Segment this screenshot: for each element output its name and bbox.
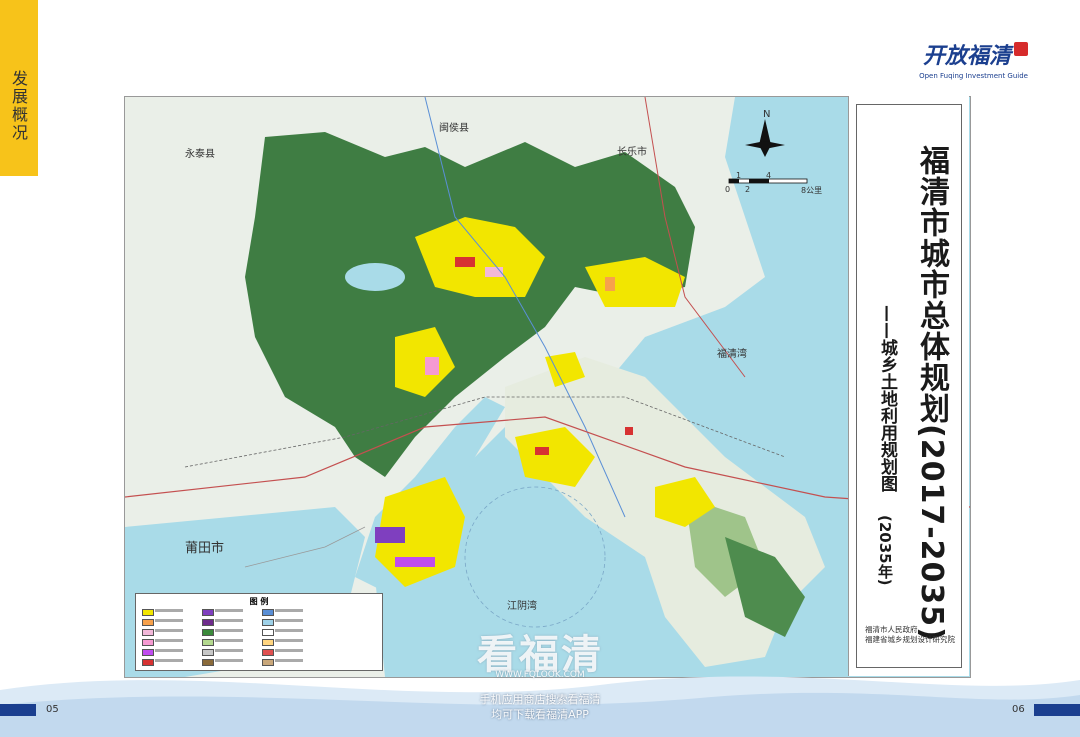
legend-label-placeholder: [215, 649, 243, 652]
map-title: 福清市城市总体规划(2017-2035): [914, 145, 949, 642]
legend-item: [202, 628, 248, 636]
legend-item: [262, 638, 308, 646]
legend-swatch: [202, 629, 214, 636]
legend-item: [142, 608, 188, 616]
legend-item: [142, 638, 188, 646]
map-credit: 福清市人民政府 福建省城乡规划设计研究院: [865, 625, 955, 645]
legend-label-placeholder: [215, 639, 243, 642]
legend-item: [262, 618, 308, 626]
legend-label-placeholder: [275, 629, 303, 632]
legend-label-placeholder: [155, 639, 183, 642]
legend-item: [202, 638, 248, 646]
legend-label-placeholder: [275, 639, 303, 642]
watermark-line-1: 手机应用商店搜索看福清: [479, 693, 601, 706]
place-jiangyin-bay: 江阴湾: [507, 601, 537, 612]
legend-label-placeholder: [155, 609, 183, 612]
legend-item: [202, 648, 248, 656]
section-tab[interactable]: 发展概况: [0, 0, 38, 176]
legend-label-placeholder: [215, 629, 243, 632]
legend-item: [142, 628, 188, 636]
scale-2: 2: [745, 185, 751, 194]
section-tab-label: 发展概况: [9, 70, 28, 142]
place-changle: 长乐市: [617, 147, 647, 158]
title-border: 福清市城市总体规划(2017-2035) ——城乡土地利用规划图 (2035年)…: [856, 104, 962, 668]
legend-swatch: [142, 629, 154, 636]
watermark-line-2: 均可下载看福清APP: [491, 708, 589, 721]
legend-swatch: [142, 619, 154, 626]
logo-seal-icon: [1014, 42, 1028, 56]
map-subtitle: ——城乡土地利用规划图: [877, 305, 897, 492]
credit-line-2: 福建省城乡规划设计研究院: [865, 635, 955, 644]
place-minhou: 闽侯县: [439, 123, 469, 134]
logo-text: 开放福清: [922, 43, 1011, 69]
legend-swatch: [262, 629, 274, 636]
map-year: (2035年): [876, 515, 894, 586]
legend-item: [262, 648, 308, 656]
watermark-url: WWW.FQLOOK.COM: [495, 670, 585, 680]
brand-logo: 开放福清 Open Fuqing Investment Guide: [919, 38, 1028, 80]
credit-line-1: 福清市人民政府: [865, 625, 918, 634]
legend-swatch: [202, 609, 214, 616]
footer-bar-right: [1034, 704, 1080, 716]
legend-item: [262, 628, 308, 636]
land-use-map: N 0 1 2 4 8公里 闽侯县 永泰县 长乐市 莆田市 福清湾 江阴湾 图 …: [124, 96, 971, 678]
map-title-panel: 福清市城市总体规划(2017-2035) ——城乡土地利用规划图 (2035年)…: [848, 96, 969, 676]
logo-subtitle: Open Fuqing Investment Guide: [919, 72, 1028, 80]
place-putian: 莆田市: [185, 541, 225, 556]
legend-swatch: [202, 649, 214, 656]
legend-swatch: [262, 619, 274, 626]
north-label: N: [763, 109, 771, 120]
legend-swatch: [142, 609, 154, 616]
legend-item: [202, 608, 248, 616]
legend-title: 图 例: [249, 597, 269, 606]
legend-label-placeholder: [215, 609, 243, 612]
legend-label-placeholder: [275, 649, 303, 652]
legend-label-placeholder: [215, 619, 243, 622]
legend-label-placeholder: [155, 649, 183, 652]
scale-0: 0: [725, 185, 731, 194]
legend-swatch: [202, 639, 214, 646]
legend-label-placeholder: [155, 629, 183, 632]
legend-label-placeholder: [275, 609, 303, 612]
legend-swatch: [142, 639, 154, 646]
legend-swatch: [262, 639, 274, 646]
place-yongtai: 永泰县: [185, 149, 215, 160]
legend-item: [202, 618, 248, 626]
page-number-right: 06: [1012, 704, 1025, 715]
scale-8: 8公里: [801, 186, 823, 195]
legend-label-placeholder: [155, 619, 183, 622]
legend-label-placeholder: [275, 619, 303, 622]
map-graphic: [125, 97, 970, 677]
scale-4: 4: [766, 171, 772, 180]
legend-item: [142, 648, 188, 656]
scale-1: 1: [736, 171, 742, 180]
legend-swatch: [262, 609, 274, 616]
legend-item: [262, 608, 308, 616]
legend-item: [142, 618, 188, 626]
place-fuqing-bay: 福清湾: [717, 349, 747, 360]
footer-bar-left: [0, 704, 36, 716]
legend-swatch: [142, 649, 154, 656]
legend-swatch: [262, 649, 274, 656]
legend-swatch: [202, 619, 214, 626]
page-number-left: 05: [46, 704, 59, 715]
